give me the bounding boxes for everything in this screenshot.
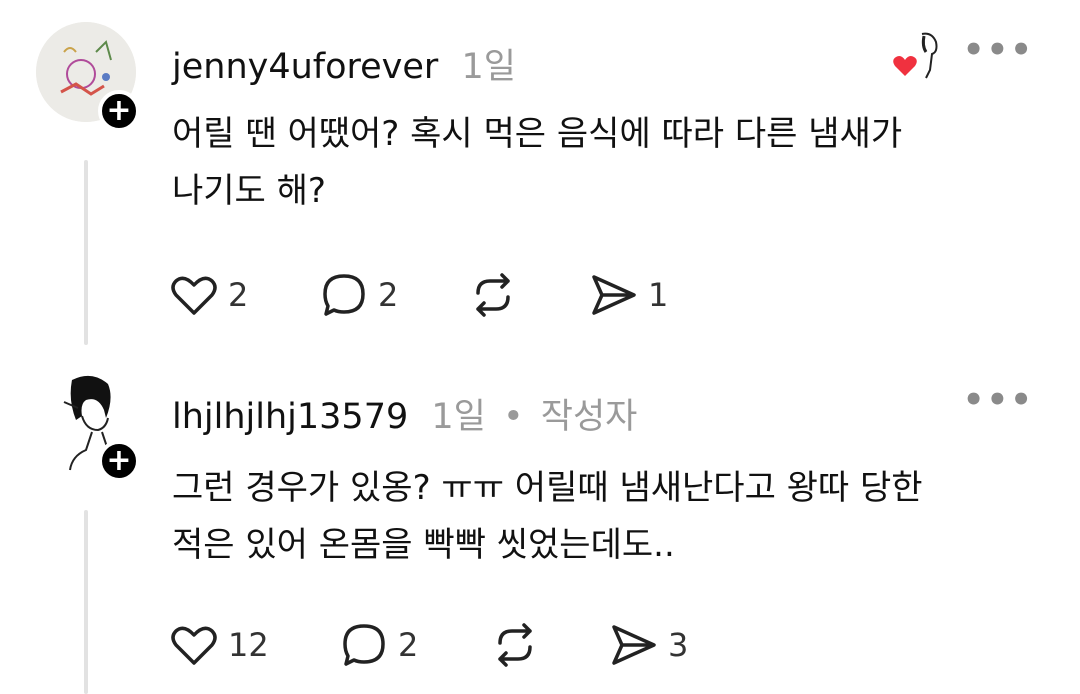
comment-text: 어릴 땐 어땠어? 혹시 먹은 음식에 따라 다른 냄새가 나기도 해? <box>172 106 1032 220</box>
heart-outline-icon <box>171 276 217 315</box>
send-icon <box>612 625 656 665</box>
comment-line: 적은 있어 온몸을 빡빡 씻었는데도.. <box>172 525 675 565</box>
reply-count: 2 <box>398 626 419 664</box>
follow-button[interactable]: + <box>98 90 140 132</box>
comment-line: 그런 경우가 있옹? ㅠㅠ 어릴때 냄새난다고 왕따 당한 <box>172 468 923 508</box>
author-liked-indicator <box>892 30 944 82</box>
share-button[interactable]: 3 <box>610 620 688 670</box>
reply-count: 2 <box>378 276 399 314</box>
like-count: 12 <box>228 626 269 664</box>
share-count: 1 <box>648 276 669 314</box>
comment-line: 어릴 땐 어땠어? 혹시 먹은 음식에 따라 다른 냄새가 <box>172 114 903 154</box>
speech-bubble-icon <box>323 274 365 316</box>
thread-line <box>84 160 88 345</box>
repost-button[interactable] <box>468 270 518 320</box>
more-options-icon[interactable]: ••• <box>963 380 1034 420</box>
reply-button[interactable]: 2 <box>320 270 398 320</box>
heart-icon <box>893 56 917 76</box>
heart-outline-icon <box>171 626 217 665</box>
timestamp: 1일 <box>431 397 486 437</box>
author-tag: 작성자 <box>540 397 638 437</box>
action-bar: 2 2 1 <box>170 270 770 320</box>
comment-header: jenny4uforever 1일 <box>172 38 516 89</box>
username[interactable]: lhjlhjlhj13579 <box>172 397 408 437</box>
comment-text: 그런 경우가 있옹? ㅠㅠ 어릴때 냄새난다고 왕따 당한 적은 있어 온몸을 … <box>172 460 1032 574</box>
like-button[interactable]: 2 <box>170 270 248 320</box>
action-bar: 12 2 3 <box>170 620 790 670</box>
username[interactable]: jenny4uforever <box>172 47 438 87</box>
comment-2: + lhjlhjlhj13579 1일 • 작성자 ••• 그런 경우가 있옹?… <box>0 350 1080 694</box>
share-button[interactable]: 1 <box>590 270 668 320</box>
comment-line: 나기도 해? <box>172 171 326 211</box>
timestamp: 1일 <box>461 47 516 87</box>
follow-button[interactable]: + <box>98 440 140 482</box>
speech-bubble-icon <box>343 624 385 666</box>
like-button[interactable]: 12 <box>170 620 269 670</box>
share-count: 3 <box>668 626 689 664</box>
repost-button[interactable] <box>490 620 540 670</box>
separator-dot: • <box>502 397 524 437</box>
reply-button[interactable]: 2 <box>340 620 418 670</box>
repost-icon <box>498 623 532 667</box>
thread-line <box>84 510 88 694</box>
like-count: 2 <box>228 276 249 314</box>
comment-1: + jenny4uforever 1일 ••• 어릴 땐 어땠어? 혹시 먹은 … <box>0 0 1080 350</box>
comment-header: lhjlhjlhj13579 1일 • 작성자 <box>172 388 637 439</box>
send-icon <box>592 275 636 315</box>
repost-icon <box>476 273 510 317</box>
more-options-icon[interactable]: ••• <box>963 30 1034 70</box>
